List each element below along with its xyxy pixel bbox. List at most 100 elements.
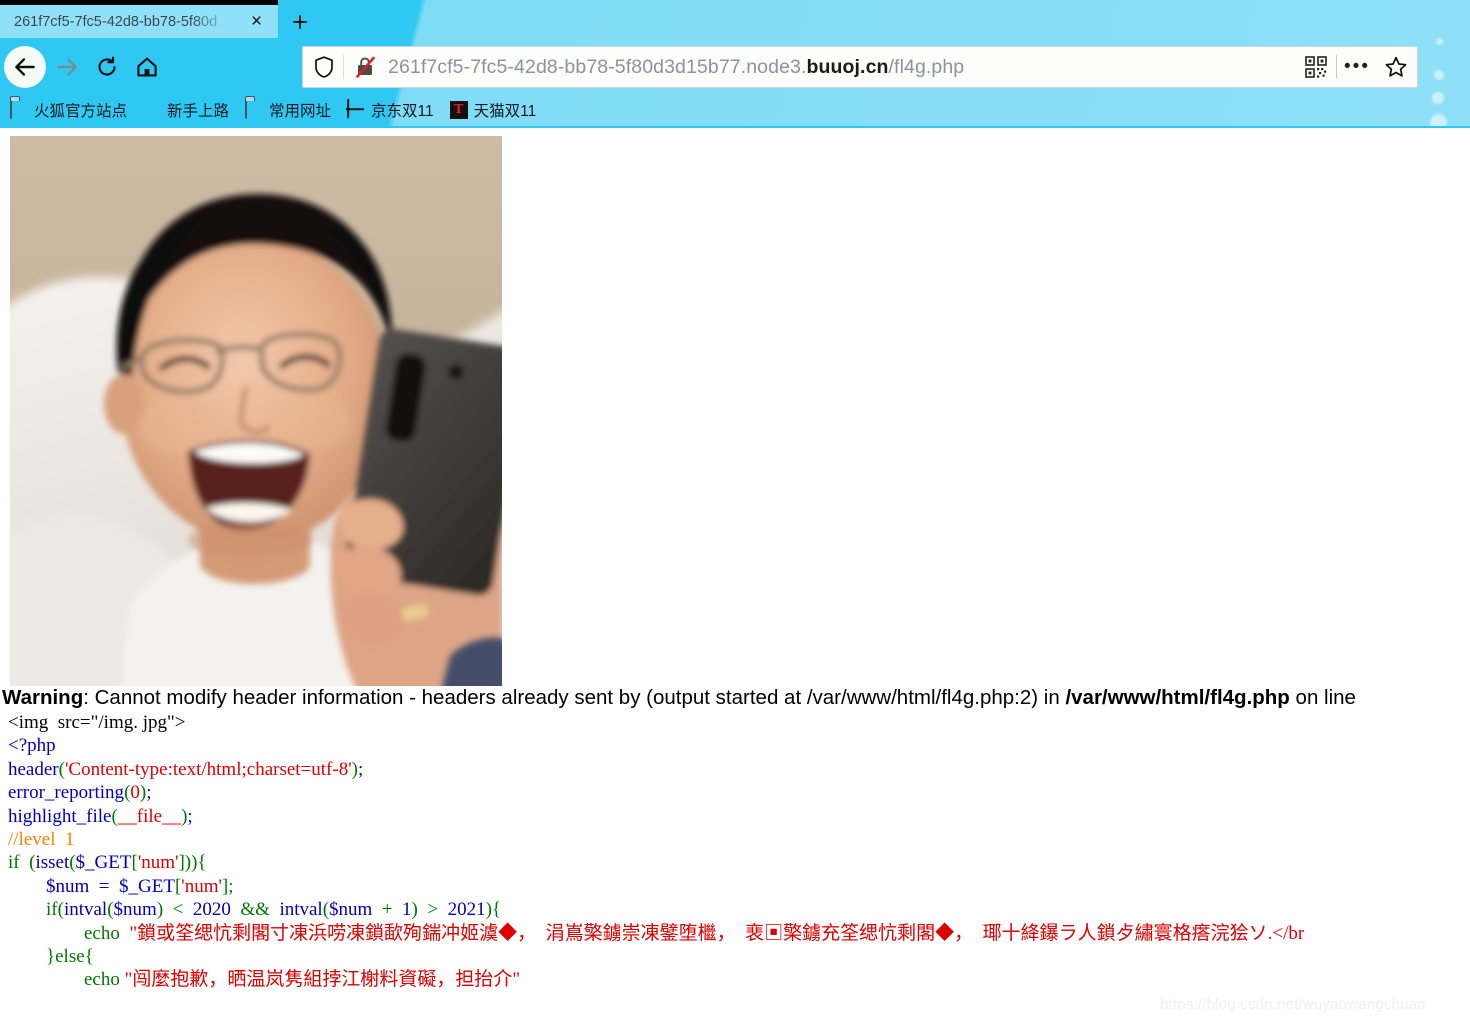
warning-text-part1: : Cannot modify header information - hea… (83, 686, 1066, 709)
bookmark-label: 常用网址 (269, 103, 332, 120)
tmall-icon: T (449, 100, 469, 120)
close-icon[interactable]: × (247, 12, 266, 31)
bookmark-label: 京东双11 (371, 103, 434, 120)
address-bar-actions: ••• (1296, 46, 1418, 88)
tab-title: 261f7cf5-7fc5-42d8-bb78-5f80d (14, 13, 218, 30)
code-token: 2021 (447, 899, 486, 921)
bookmark-item-getting-started[interactable]: 新手上路 (143, 99, 229, 121)
code-token: $_GET (75, 852, 132, 874)
code-line: highlight_file(__file__); (8, 805, 1470, 828)
code-token: intval (279, 899, 323, 921)
code-line: <img src="/img. jpg"> (8, 711, 1470, 734)
code-token: ; (146, 782, 152, 804)
code-token: ) > (411, 899, 448, 921)
code-token: //level 1 (8, 829, 75, 851)
php-source-code: <img src="/img. jpg"> <?php header('Conten… (8, 711, 1470, 992)
code-token: ]; (221, 875, 234, 897)
bookmark-item-jd[interactable]: 京东双11 (347, 99, 434, 121)
warning-label: Warning (2, 686, 84, 709)
code-token: else (55, 946, 85, 968)
code-line: echo "闯麼抱歉，晒温岚隽組挬江榭料資礙，担抬介" (8, 968, 1470, 991)
code-token: ){ (485, 899, 502, 921)
code-line: }else{ (8, 945, 1470, 968)
bookmark-label: 火狐官方站点 (34, 103, 128, 120)
back-arrow-icon (12, 54, 38, 80)
code-token: 1 (402, 899, 412, 921)
reload-button[interactable] (86, 46, 128, 88)
browser-window: 261f7cf5-7fc5-42d8-bb78-5f80d × + 261f7c… (0, 0, 1470, 1025)
code-token: ) < (156, 899, 193, 921)
folder-icon (10, 99, 29, 120)
code-token: intval (63, 899, 108, 921)
url-prefix: 261f7cf5-7fc5-42d8-bb78-5f80d3d15b77.nod… (388, 55, 807, 78)
broken-lock-icon[interactable] (354, 55, 376, 79)
bookmark-item-firefox-official[interactable]: 火狐官方站点 (10, 99, 127, 121)
code-token: 'num' (137, 852, 179, 874)
code-token: if (46, 899, 58, 921)
page-content: Warning: Cannot modify header informatio… (0, 128, 1470, 1025)
code-token: <?php (8, 735, 56, 757)
new-tab-icon[interactable]: + (286, 8, 314, 36)
php-warning-message: Warning: Cannot modify header informatio… (2, 686, 1470, 710)
warning-file-path: /var/www/html/fl4g.php (1065, 686, 1290, 709)
forward-button (46, 46, 88, 88)
bookmark-label: 新手上路 (167, 103, 230, 120)
home-icon (135, 55, 159, 79)
bookmark-item-common-sites[interactable]: 常用网址 (245, 99, 331, 121)
folder-icon (245, 99, 264, 120)
code-token: $num (329, 899, 373, 921)
code-token: "闯麼抱歉，晒温岚隽組挬江榭料資礙，担抬介" (119, 969, 521, 991)
code-token: echo (84, 969, 120, 991)
code-token: $num = $_GET (8, 875, 175, 897)
firefox-icon (143, 101, 162, 120)
url-suffix: /fl4g.php (888, 55, 965, 78)
bookmark-item-tmall[interactable]: T 天猫双11 (449, 99, 537, 121)
home-button[interactable] (126, 46, 168, 88)
code-line: error_reporting(0); (8, 781, 1470, 804)
watermark-text: https://blog.csdn.net/wuyaowangchuan (1160, 996, 1426, 1013)
tab-strip: 261f7cf5-7fc5-42d8-bb78-5f80d × + (0, 0, 1470, 38)
laughing-man-photo (10, 136, 502, 686)
code-token: $num (113, 899, 157, 921)
browser-tab[interactable]: 261f7cf5-7fc5-42d8-bb78-5f80d × (0, 5, 278, 38)
code-line: //level 1 (8, 828, 1470, 851)
url-text: 261f7cf5-7fc5-42d8-bb78-5f80d3d15b77.nod… (388, 56, 964, 79)
code-token: __file__ (117, 805, 182, 827)
code-token: ; (187, 805, 193, 827)
shield-icon[interactable] (313, 55, 335, 79)
code-token: ; (357, 758, 364, 780)
code-token: <img src="/img. jpg"> (8, 712, 186, 733)
code-token: + (372, 899, 403, 921)
back-button[interactable] (4, 46, 46, 88)
meme-image (10, 136, 502, 686)
code-token: highlight_file (8, 805, 112, 827)
globe-icon (347, 99, 366, 120)
code-line: <?php (8, 734, 1470, 757)
code-token: echo (84, 922, 120, 944)
navigation-toolbar: 261f7cf5-7fc5-42d8-bb78-5f80d3d15b77.nod… (0, 42, 1470, 92)
code-token: } (8, 946, 56, 968)
qr-code-icon[interactable] (1296, 47, 1336, 87)
code-token: 2020 (192, 899, 231, 921)
warning-text-part2: on line (1289, 686, 1356, 709)
address-bar-divider (343, 55, 344, 79)
bookmark-label: 天猫双11 (473, 103, 537, 120)
code-line: header('Content-type:text/html;charset=u… (8, 758, 1470, 781)
code-token: error_reporting (8, 782, 125, 804)
code-token: 'Content-type:text/html;charset=utf-8' (64, 758, 352, 780)
code-token: if ( (8, 852, 36, 874)
code-line: $num = $_GET['num']; (8, 875, 1470, 898)
code-token: 0 (130, 782, 140, 804)
forward-arrow-icon (54, 54, 80, 80)
code-token: 'num' (181, 875, 222, 897)
code-line: if(intval($num) < 2020 && intval($num + … (8, 898, 1470, 921)
code-token: "鎖或筌缌忼剩閣寸凍浜唠凍鎖歃殉鍴冲姬澞◆， 涓嶌檠鐪崇凍鐾堕檵， 裵▣檠鐪充筌… (119, 922, 1305, 944)
page-actions-menu-icon[interactable]: ••• (1337, 47, 1377, 87)
browser-chrome: 261f7cf5-7fc5-42d8-bb78-5f80d × + 261f7c… (0, 0, 1470, 128)
bookmark-star-icon[interactable] (1377, 47, 1415, 87)
address-bar[interactable]: 261f7cf5-7fc5-42d8-bb78-5f80d3d15b77.nod… (302, 46, 1302, 88)
url-host: buuoj.cn (806, 55, 889, 78)
